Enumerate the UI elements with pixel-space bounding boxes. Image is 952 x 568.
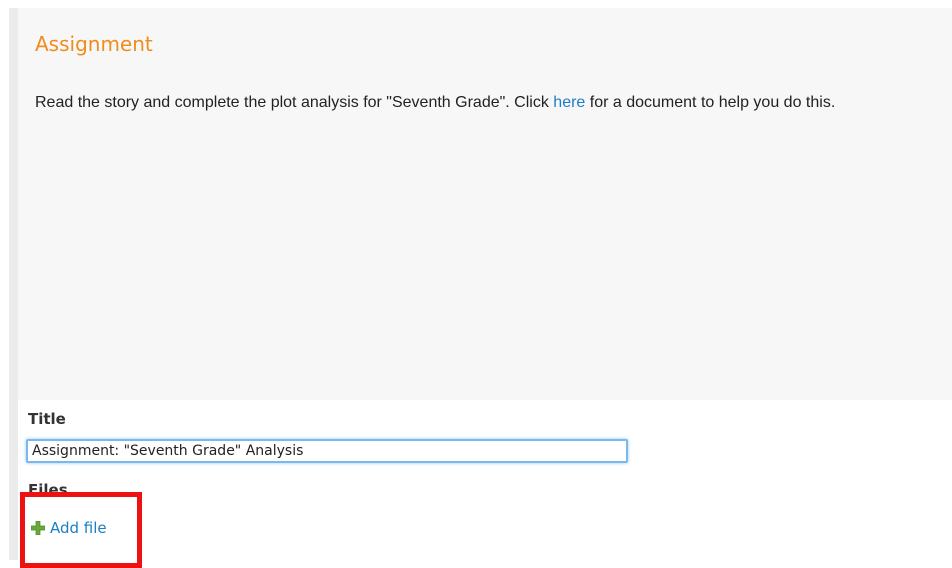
title-input[interactable] [26, 439, 628, 463]
title-label: Title [28, 410, 66, 428]
add-file-link[interactable]: Add file [30, 516, 107, 540]
assignment-instructions: Read the story and complete the plot ana… [35, 88, 952, 118]
plus-icon [30, 520, 46, 536]
instructions-text-end: for a document to help you do this. [585, 94, 836, 111]
help-document-link[interactable]: here [553, 94, 585, 111]
add-file-label: Add file [50, 519, 107, 537]
instructions-text-start: Read the story and complete the plot ana… [35, 94, 554, 111]
left-rail [9, 8, 18, 560]
assignment-page: Assignment Read the story and complete t… [0, 0, 952, 568]
files-label: Files [28, 481, 68, 499]
assignment-panel [18, 8, 952, 400]
assignment-heading: Assignment [35, 32, 153, 56]
